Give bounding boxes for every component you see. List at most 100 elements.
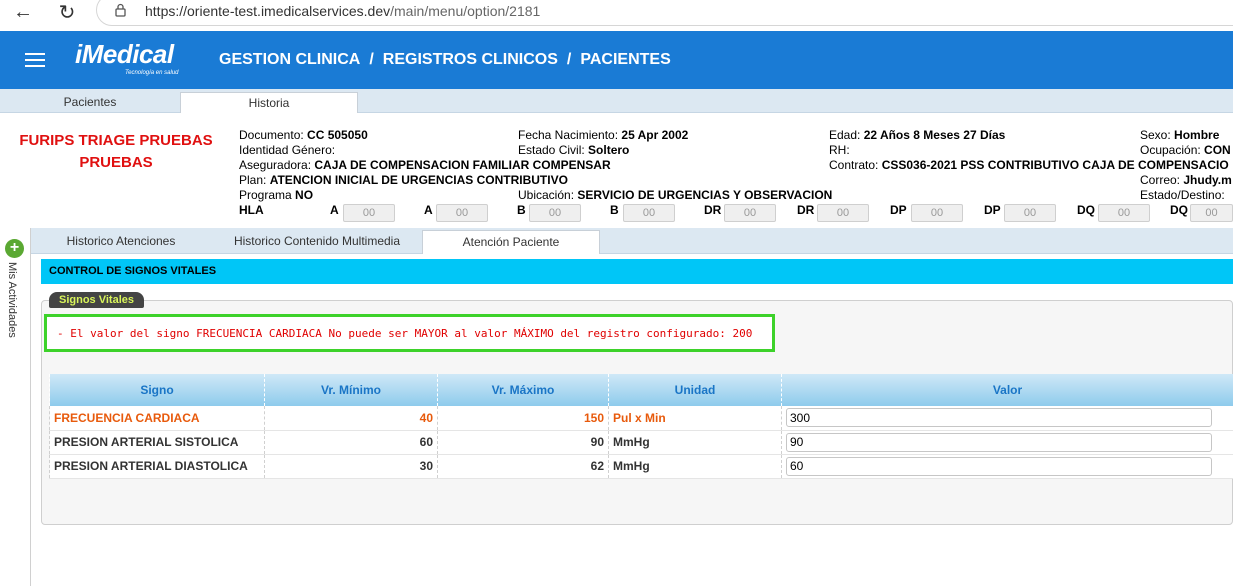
add-icon[interactable]: + (5, 239, 24, 258)
error-message: - El valor del signo FRECUENCIA CARDIACA… (44, 314, 775, 352)
unit-cell: MmHg (608, 430, 782, 455)
browser-toolbar: ← ↻ https://oriente-test.imedicalservice… (0, 0, 1233, 31)
sidebar-label[interactable]: Mis Actividades (6, 262, 18, 338)
hla-label: A (424, 203, 433, 217)
tab-historico-multimedia[interactable]: Historico Contenido Multimedia (217, 230, 417, 254)
error-text: - El valor del signo FRECUENCIA CARDIACA… (57, 327, 753, 340)
hla-input[interactable]: 00 (623, 204, 675, 222)
hla-input[interactable]: 00 (436, 204, 488, 222)
logo-text: iMedical (75, 39, 174, 69)
section-title: CONTROL DE SIGNOS VITALES (41, 259, 1233, 284)
field-contrato: Contrato: CSS036-2021 PSS CONTRIBUTIVO C… (829, 158, 1229, 172)
breadcrumb-item[interactable]: PACIENTES (580, 51, 670, 68)
col-header[interactable]: Vr. Mínimo (264, 374, 438, 406)
field-rh: RH: (829, 143, 850, 157)
hla-input[interactable]: 00 (529, 204, 581, 222)
value-cell (781, 454, 1233, 479)
hla-label: DP (890, 203, 907, 217)
field-aseguradora: Aseguradora: CAJA DE COMPENSACION FAMILI… (239, 158, 611, 172)
col-header[interactable]: Unidad (608, 374, 782, 406)
hla-label: B (610, 203, 619, 217)
unit-cell: Pul x Min (608, 406, 782, 431)
hla-label: DR (704, 203, 722, 217)
max-cell: 90 (437, 430, 609, 455)
signo-cell: PRESION ARTERIAL DIASTOLICA (49, 454, 265, 479)
value-cell (781, 430, 1233, 455)
hla-label: DR (797, 203, 815, 217)
min-cell: 60 (264, 430, 438, 455)
vital-signs-table: Signo Vr. Mínimo Vr. Máximo Unidad Valor… (49, 374, 1233, 479)
tab-atencion-paciente[interactable]: Atención Paciente (422, 230, 600, 254)
field-documento: Documento: CC 505050 (239, 128, 368, 142)
field-genero: Identidad Género: (239, 143, 336, 157)
hla-input[interactable]: 00 (343, 204, 395, 222)
field-programa: Programa NO (239, 188, 314, 202)
hla-input[interactable]: 00 (1098, 204, 1150, 222)
hla-label: DP (984, 203, 1001, 217)
col-header[interactable]: Signo (49, 374, 265, 406)
breadcrumb-item[interactable]: GESTION CLINICA (219, 51, 360, 68)
col-header[interactable]: Valor (781, 374, 1233, 406)
col-header[interactable]: Vr. Máximo (437, 374, 609, 406)
hla-input[interactable]: 00 (1004, 204, 1056, 222)
field-correo: Correo: Jhudy.m (1140, 173, 1232, 187)
min-cell: 30 (264, 454, 438, 479)
breadcrumb: GESTION CLINICA / REGISTROS CLINICOS / PACIE… (219, 51, 671, 69)
unit-cell: MmHg (608, 454, 782, 479)
field-estado-destino: Estado/Destino: (1140, 188, 1225, 202)
breadcrumb-item[interactable]: REGISTROS CLINICOS (383, 51, 558, 68)
table-row: PRESION ARTERIAL DIASTOLICA 30 62 MmHg (49, 454, 1233, 479)
value-input[interactable] (786, 432, 1212, 452)
lock-icon (115, 3, 126, 17)
min-cell: 40 (264, 406, 438, 431)
hla-label: A (330, 203, 339, 217)
table-header-row: Signo Vr. Mínimo Vr. Máximo Unidad Valor (49, 374, 1233, 406)
activities-sidebar[interactable]: + Mis Actividades (0, 228, 31, 586)
patient-name-line: FURIPS TRIAGE PRUEBAS (19, 132, 213, 149)
hla-input[interactable]: 00 (817, 204, 869, 222)
breadcrumb-separator: / (369, 51, 374, 68)
breadcrumb-separator: / (566, 51, 572, 68)
value-input[interactable] (786, 456, 1212, 476)
patient-info: FURIPS TRIAGE PRUEBAS PRUEBAS Documento:… (0, 113, 1233, 228)
max-cell: 62 (437, 454, 609, 479)
patient-name-line: PRUEBAS (79, 154, 153, 171)
back-arrow-icon[interactable]: ← (8, 0, 38, 24)
field-estado-civil: Estado Civil: Soltero (518, 143, 630, 157)
logo[interactable]: iMedical Tecnología en salud (75, 39, 179, 76)
url-path: /main/menu/option/2181 (390, 3, 541, 19)
max-cell: 150 (437, 406, 609, 431)
hla-label: DQ (1170, 203, 1188, 217)
panel-legend: Signos Vitales (49, 292, 144, 308)
top-tabs: Pacientes Historia (0, 89, 1233, 113)
field-edad: Edad: 22 Años 8 Meses 27 Días (829, 128, 1006, 142)
tab-historia[interactable]: Historia (180, 92, 358, 113)
field-nacimiento: Fecha Nacimiento: 25 Apr 2002 (518, 128, 689, 142)
hla-input[interactable]: 00 (1190, 204, 1233, 222)
hla-input[interactable]: 00 (911, 204, 963, 222)
table-row: FRECUENCIA CARDIACA 40 150 Pul x Min (49, 406, 1233, 431)
hla-input[interactable]: 00 (724, 204, 776, 222)
field-sexo: Sexo: Hombre (1140, 128, 1220, 142)
logo-tagline: Tecnología en salud (125, 70, 179, 76)
field-ubicacion: Ubicación: SERVICIO DE URGENCIAS Y OBSER… (518, 188, 833, 202)
value-cell (781, 406, 1233, 431)
url-text[interactable]: https://oriente-test.imedicalservices.de… (145, 3, 540, 19)
signo-cell: FRECUENCIA CARDIACA (49, 406, 265, 431)
app-header: iMedical Tecnología en salud GESTION CLI… (0, 31, 1233, 89)
sub-tabs: Historico Atenciones Historico Contenido… (31, 228, 1233, 254)
field-ocupacion: Ocupación: CON (1140, 143, 1231, 157)
menu-icon[interactable] (25, 53, 45, 67)
hla-label: B (517, 203, 526, 217)
field-plan: Plan: ATENCION INICIAL DE URGENCIAS CONT… (239, 173, 568, 187)
hla-label: HLA (239, 203, 264, 217)
tab-pacientes[interactable]: Pacientes (0, 92, 180, 113)
reload-icon[interactable]: ↻ (52, 0, 82, 24)
patient-name: FURIPS TRIAGE PRUEBAS PRUEBAS (16, 130, 216, 174)
url-host: https://oriente-test.imedicalservices.de… (145, 3, 391, 19)
tab-historico-atenciones[interactable]: Historico Atenciones (31, 230, 211, 254)
table-row: PRESION ARTERIAL SISTOLICA 60 90 MmHg (49, 430, 1233, 455)
value-input[interactable] (786, 408, 1212, 428)
hla-label: DQ (1077, 203, 1095, 217)
signo-cell: PRESION ARTERIAL SISTOLICA (49, 430, 265, 455)
